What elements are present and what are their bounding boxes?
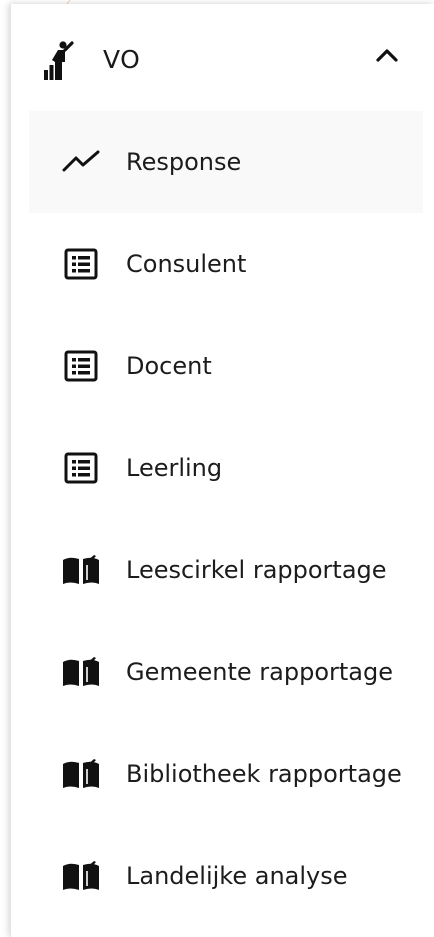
vo-submenu: Response Consulent Docent Leerling Leesc…: [29, 111, 423, 927]
menu-item-label: Leescirkel rapportage: [126, 556, 387, 584]
menu-item-bibliotheek-rapportage[interactable]: Bibliotheek rapportage: [29, 723, 423, 825]
menu-item-landelijke-analyse[interactable]: Landelijke analyse: [29, 825, 423, 927]
menu-item-consulent[interactable]: Consulent: [29, 213, 423, 315]
menu-item-response[interactable]: Response: [29, 111, 423, 213]
chevron-up-icon[interactable]: [374, 44, 400, 66]
runner-chart-icon: [44, 41, 74, 80]
menu-item-leerling[interactable]: Leerling: [29, 417, 423, 519]
open-book-icon: [61, 654, 101, 690]
menu-item-gemeente-rapportage[interactable]: Gemeente rapportage: [29, 621, 423, 723]
menu-item-label: Consulent: [126, 250, 247, 278]
menu-item-label: Bibliotheek rapportage: [126, 760, 402, 788]
list-alt-icon: [61, 246, 101, 282]
menu-item-leescirkel-rapportage[interactable]: Leescirkel rapportage: [29, 519, 423, 621]
sidebar-panel: VO Response Consulent Docent Leerling Le…: [10, 4, 434, 937]
menu-item-label: Leerling: [126, 454, 223, 482]
open-book-icon: [61, 552, 101, 588]
menu-item-label: Landelijke analyse: [126, 862, 348, 890]
menu-item-label: Response: [126, 148, 242, 176]
list-alt-icon: [61, 450, 101, 486]
open-book-icon: [61, 756, 101, 792]
menu-item-label: Gemeente rapportage: [126, 658, 393, 686]
section-header-vo[interactable]: VO: [11, 4, 434, 110]
section-title: VO: [103, 45, 141, 74]
trend-line-icon: [61, 144, 101, 180]
menu-item-docent[interactable]: Docent: [29, 315, 423, 417]
open-book-icon: [61, 858, 101, 894]
menu-item-label: Docent: [126, 352, 212, 380]
list-alt-icon: [61, 348, 101, 384]
